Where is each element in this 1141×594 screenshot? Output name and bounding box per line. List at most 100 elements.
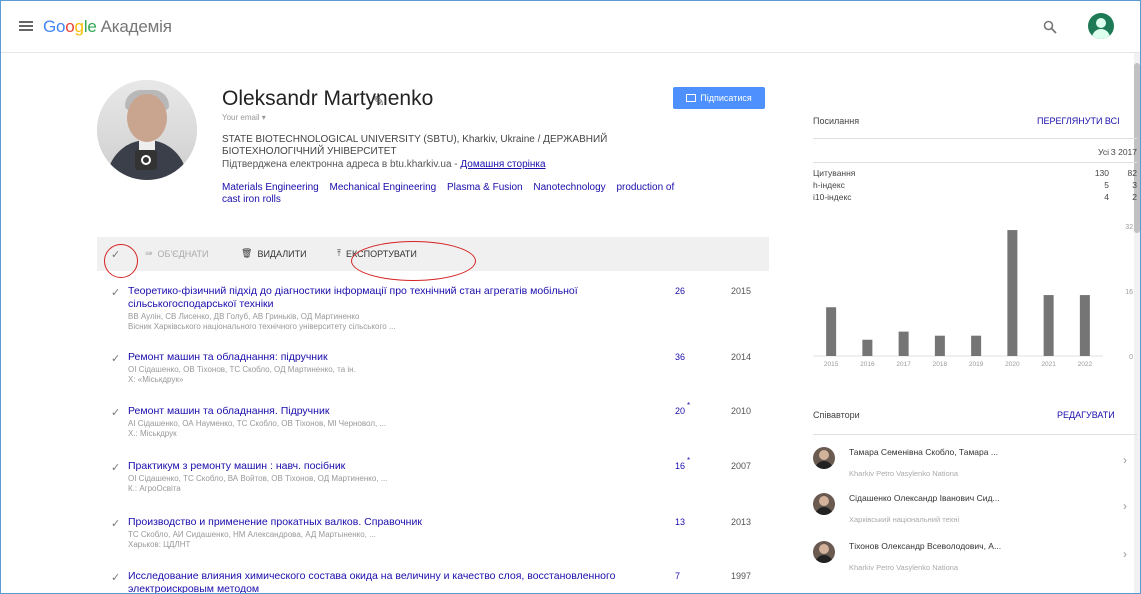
hamburger-menu-icon[interactable]	[19, 21, 33, 31]
citations-bar-chart: 32 16 0 2015 2016 2017 2018 2019 2020 2021 2022	[813, 224, 1133, 368]
coauthor-name[interactable]: Тіхонов Олександр Всеволодович, А...	[849, 541, 1049, 551]
article-year: 2010	[731, 406, 752, 416]
chevron-right-icon[interactable]: ›	[1123, 547, 1127, 561]
article-checkbox[interactable]: ✓	[111, 352, 120, 365]
article-venue: К.: АгроОсвіта	[128, 484, 181, 493]
x-tick-label: 2019	[969, 361, 984, 368]
x-tick-label: 2022	[1078, 361, 1093, 368]
export-icon: ⤒	[337, 248, 341, 258]
coauthor-avatar	[813, 541, 835, 563]
x-tick-label: 2015	[824, 361, 839, 368]
coauthor-name[interactable]: Сідашенко Олександр Іванович Сид...	[849, 493, 1049, 503]
article-title[interactable]: Производство и применение прокатных валк…	[128, 516, 628, 529]
x-tick-label: 2021	[1041, 361, 1056, 368]
article-title[interactable]: Ремонт машин та обладнання: підручник	[128, 351, 628, 364]
google-scholar-logo[interactable]: Google Академія	[43, 17, 172, 37]
article-checkbox[interactable]: ✓	[111, 517, 120, 530]
top-bar: Google Академія	[1, 1, 1140, 53]
article-authors: ТС Скобло, АИ Сидашенко, НМ Александрова…	[128, 530, 376, 539]
article-year: 1997	[731, 571, 752, 581]
article-authors: ОІ Сідашенко, ТС Скобло, ВА Войтов, ОВ Т…	[128, 474, 388, 483]
view-all-link[interactable]: ПЕРЕГЛЯНУТИ ВСІ	[1037, 116, 1120, 126]
citations-row: Цитування 130 82	[813, 168, 1137, 178]
scholar-page: Google Академія Oleksandr Martynenko ✎ Пі…	[0, 0, 1141, 594]
verified-email: Підтверджена електронна адреса в btu.kha…	[222, 159, 546, 170]
articles-toolbar: ✓ ⇛ ОБ'ЄДНАТИ 🗑 ВИДАЛИТИ ⤒ ЕКСПОРТУВАТИ	[97, 237, 769, 271]
article-checkbox[interactable]: ✓	[111, 571, 120, 584]
coauthor-avatar	[813, 447, 835, 469]
article-star: *	[687, 456, 691, 465]
y-tick-label: 0	[1129, 354, 1133, 361]
coauthor-affiliation: Kharkiv Petro Vasylenko Nationa	[849, 563, 959, 572]
article-venue: Х: «Міськдрук»	[128, 375, 184, 384]
trash-icon: 🗑	[241, 248, 253, 258]
interest-link[interactable]: Materials Engineering	[222, 182, 319, 193]
citations-row: h-індекс 5 3	[813, 180, 1137, 190]
article-venue: Х.: Міськдрук	[128, 429, 177, 438]
merge-button[interactable]: ⇛ ОБ'ЄДНАТИ	[145, 248, 209, 259]
chart-bar	[1007, 230, 1018, 356]
coauthor-affiliation: Харківський національний техні	[849, 515, 960, 524]
article-checkbox[interactable]: ✓	[111, 286, 120, 299]
article-year: 2014	[731, 352, 752, 362]
follow-button[interactable]: Підписатися	[673, 87, 765, 109]
x-tick-label: 2018	[933, 361, 948, 368]
homepage-link[interactable]: Домашня сторінка	[460, 159, 545, 170]
select-all-checkbox[interactable]: ✓	[111, 248, 120, 261]
envelope-icon	[686, 94, 697, 102]
article-checkbox[interactable]: ✓	[111, 461, 120, 474]
article-cites[interactable]: 20	[675, 406, 685, 416]
article-cites[interactable]: 16	[675, 461, 685, 471]
citations-title: Посилання	[813, 116, 860, 126]
article-cites[interactable]: 26	[675, 286, 685, 296]
edit-coauthors-link[interactable]: РЕДАГУВАТИ	[1057, 410, 1115, 420]
export-button[interactable]: ⤒ ЕКСПОРТУВАТИ	[337, 248, 417, 259]
article-title[interactable]: Практикум з ремонту машин : навч. посібн…	[128, 460, 628, 473]
chart-bar	[1043, 295, 1054, 356]
change-photo-camera-icon[interactable]	[135, 150, 157, 170]
article-title[interactable]: Теоретико-фізичний підхід до діагностики…	[128, 285, 628, 311]
y-tick-label: 32	[1125, 224, 1133, 231]
article-star: *	[687, 401, 691, 410]
profile-small-link[interactable]: Your email ▾	[222, 113, 266, 122]
interest-link[interactable]: Plasma & Fusion	[447, 182, 523, 193]
chart-bar	[862, 339, 873, 356]
article-title[interactable]: Ремонт машин та обладнання. Підручник	[128, 405, 628, 418]
chart-bar	[898, 331, 909, 356]
article-venue: Вісник Харківського національного техніч…	[128, 322, 396, 331]
delete-button[interactable]: 🗑 ВИДАЛИТИ	[241, 248, 307, 259]
profile-photo	[97, 80, 197, 180]
chart-bar	[1079, 295, 1090, 356]
citations-header-row: Усі З 2017	[1098, 147, 1137, 157]
article-authors: ВВ Аулін, СВ Лисенко, ДВ Голуб, АВ Гринь…	[128, 312, 360, 321]
interest-link[interactable]: Nanotechnology	[533, 182, 605, 193]
article-authors: АІ Сідашенко, ОА Науменко, ТС Скобло, ОВ…	[128, 419, 387, 428]
article-year: 2015	[731, 286, 752, 296]
product-name: Академія	[100, 17, 172, 36]
article-cites[interactable]: 7	[675, 571, 680, 581]
article-checkbox[interactable]: ✓	[111, 406, 120, 419]
edit-pencil-icon[interactable]: ✎	[373, 93, 385, 110]
article-authors: ОІ Сідашенко, ОВ Тіхонов, ТС Скобло, ОД …	[128, 365, 356, 374]
profile-affiliation: STATE BIOTECHNOLOGICAL UNIVERSITY (SBTU)…	[222, 134, 608, 157]
x-tick-label: 2016	[860, 361, 875, 368]
article-cites[interactable]: 13	[675, 517, 685, 527]
coauthor-name[interactable]: Тамара Семенівна Скобло, Тамара ...	[849, 447, 1049, 457]
citations-row: i10-індекс 4 2	[813, 192, 1137, 202]
chevron-right-icon[interactable]: ›	[1123, 453, 1127, 467]
interest-link[interactable]: Mechanical Engineering	[330, 182, 437, 193]
profile-name: Oleksandr Martynenko	[222, 87, 434, 110]
x-tick-label: 2020	[1005, 361, 1020, 368]
chart-bar	[971, 335, 982, 356]
search-icon[interactable]	[1043, 20, 1057, 34]
chevron-right-icon[interactable]: ›	[1123, 499, 1127, 513]
chart-bar	[826, 307, 837, 356]
article-cites[interactable]: 36	[675, 352, 685, 362]
x-tick-label: 2017	[896, 361, 911, 368]
coauthors-title: Співавтори	[813, 410, 860, 420]
article-title[interactable]: Исследование влияния химического состава…	[128, 570, 628, 593]
chart-bar	[934, 335, 945, 356]
article-year: 2013	[731, 517, 752, 527]
account-avatar-icon[interactable]	[1088, 13, 1114, 39]
research-interests: Materials Engineering Mechanical Enginee…	[222, 182, 692, 206]
